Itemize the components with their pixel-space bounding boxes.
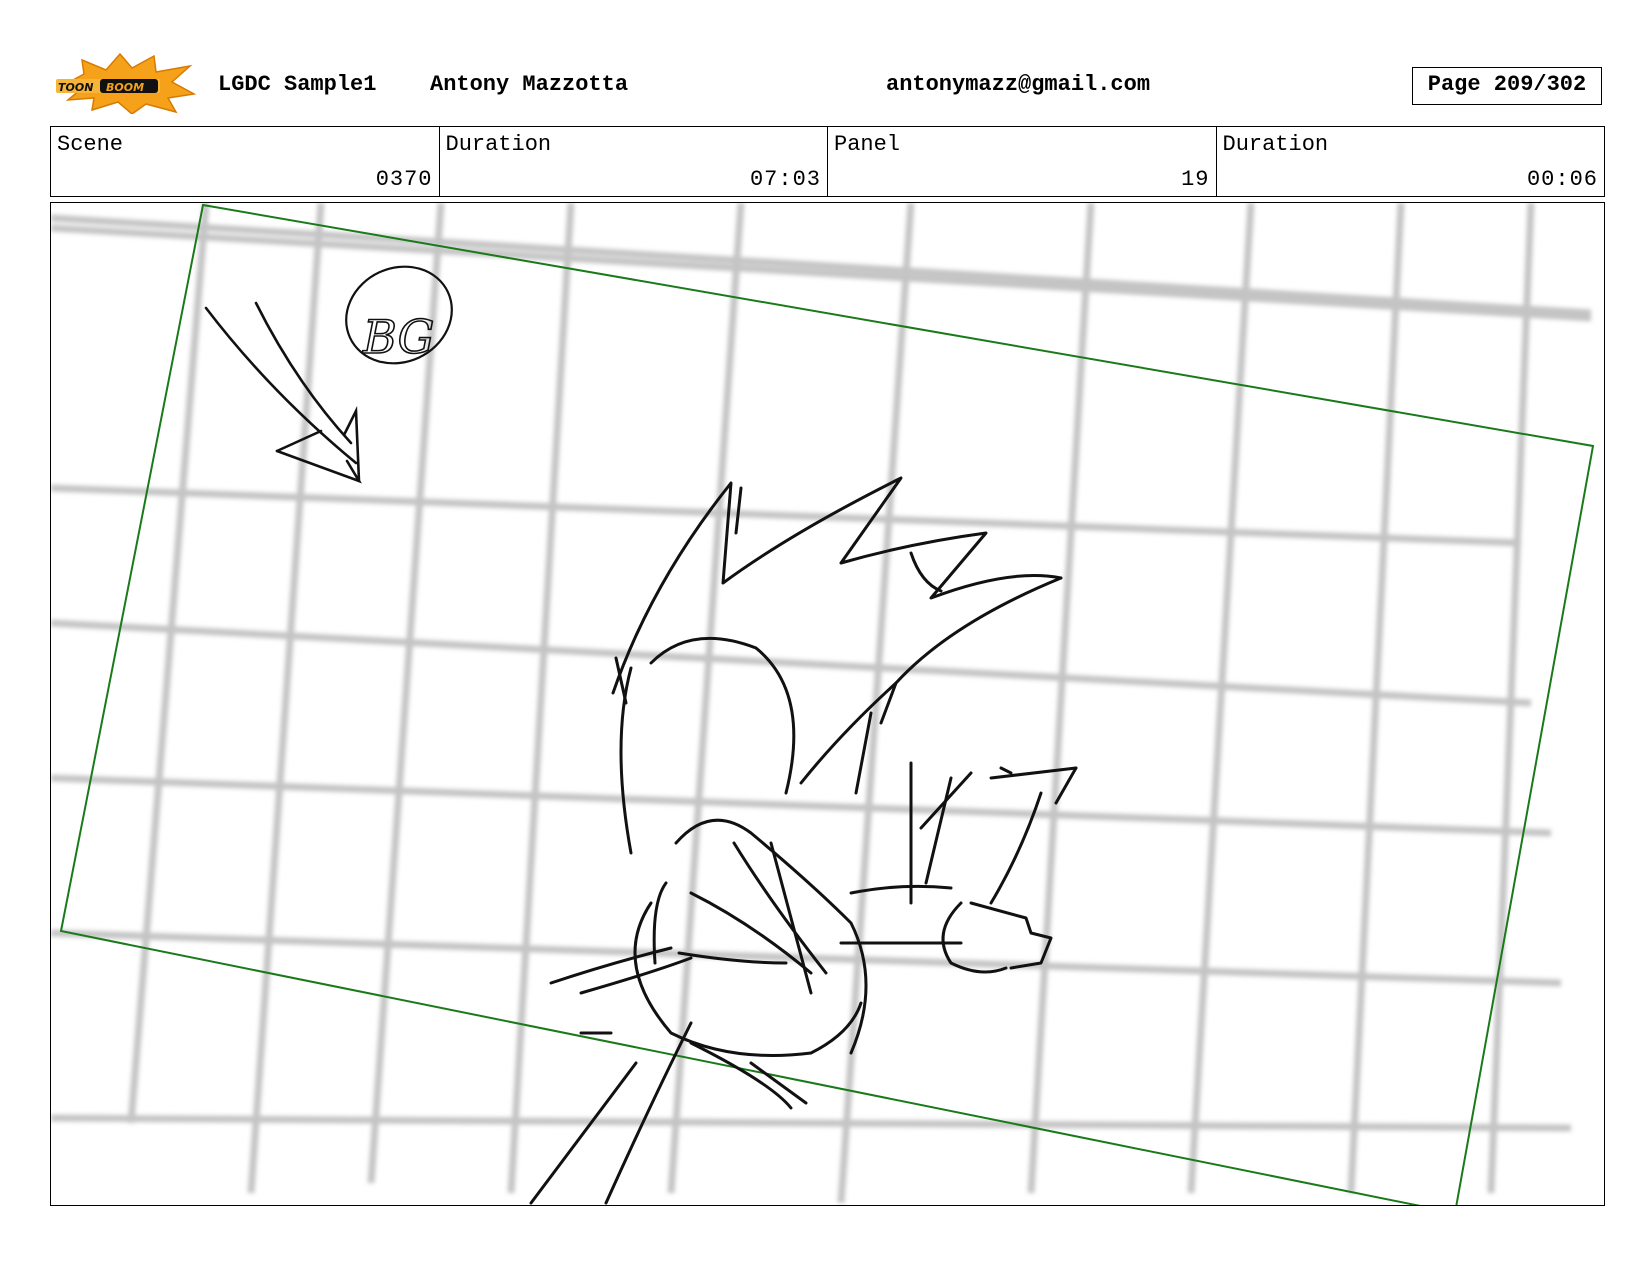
scene-label: Scene: [57, 132, 124, 157]
scene-info-table: Scene 0370 Duration 07:03 Panel 19 Durat…: [50, 126, 1605, 197]
panel-duration-value: 00:06: [1526, 167, 1598, 192]
bg-annotation-text: BG: [362, 310, 434, 364]
scene-value: 0370: [375, 167, 433, 192]
bg-annotation: BG: [345, 265, 453, 365]
toonboom-logo: TOON BOOM: [56, 52, 197, 114]
panel-value: 19: [1181, 167, 1210, 192]
project-title: LGDC Sample1: [218, 72, 377, 97]
scene-duration-value: 07:03: [749, 167, 821, 192]
author-email: antonymazz@gmail.com: [886, 72, 1151, 97]
scene-duration-label: Duration: [445, 132, 552, 157]
page-number: Page 209/302: [1412, 67, 1602, 105]
panel-label: Panel: [834, 132, 901, 157]
background-grid: [51, 203, 1592, 1204]
camera-frame: [59, 203, 1595, 1205]
panel-duration-label: Duration: [1222, 132, 1329, 157]
storyboard-panel: BG: [50, 202, 1605, 1206]
svg-text:TOON: TOON: [58, 81, 93, 94]
svg-text:BOOM: BOOM: [106, 81, 144, 94]
author-name: Antony Mazzotta: [430, 72, 629, 97]
scene-duration-cell: Duration 07:03: [440, 127, 828, 196]
panel-sketch: BG: [51, 203, 1595, 1205]
scene-cell: Scene 0370: [51, 127, 440, 196]
panel-duration-cell: Duration 00:06: [1217, 127, 1605, 196]
character-sketch: [529, 476, 1078, 1205]
panel-cell: Panel 19: [828, 127, 1217, 196]
direction-arrow: [204, 301, 363, 484]
